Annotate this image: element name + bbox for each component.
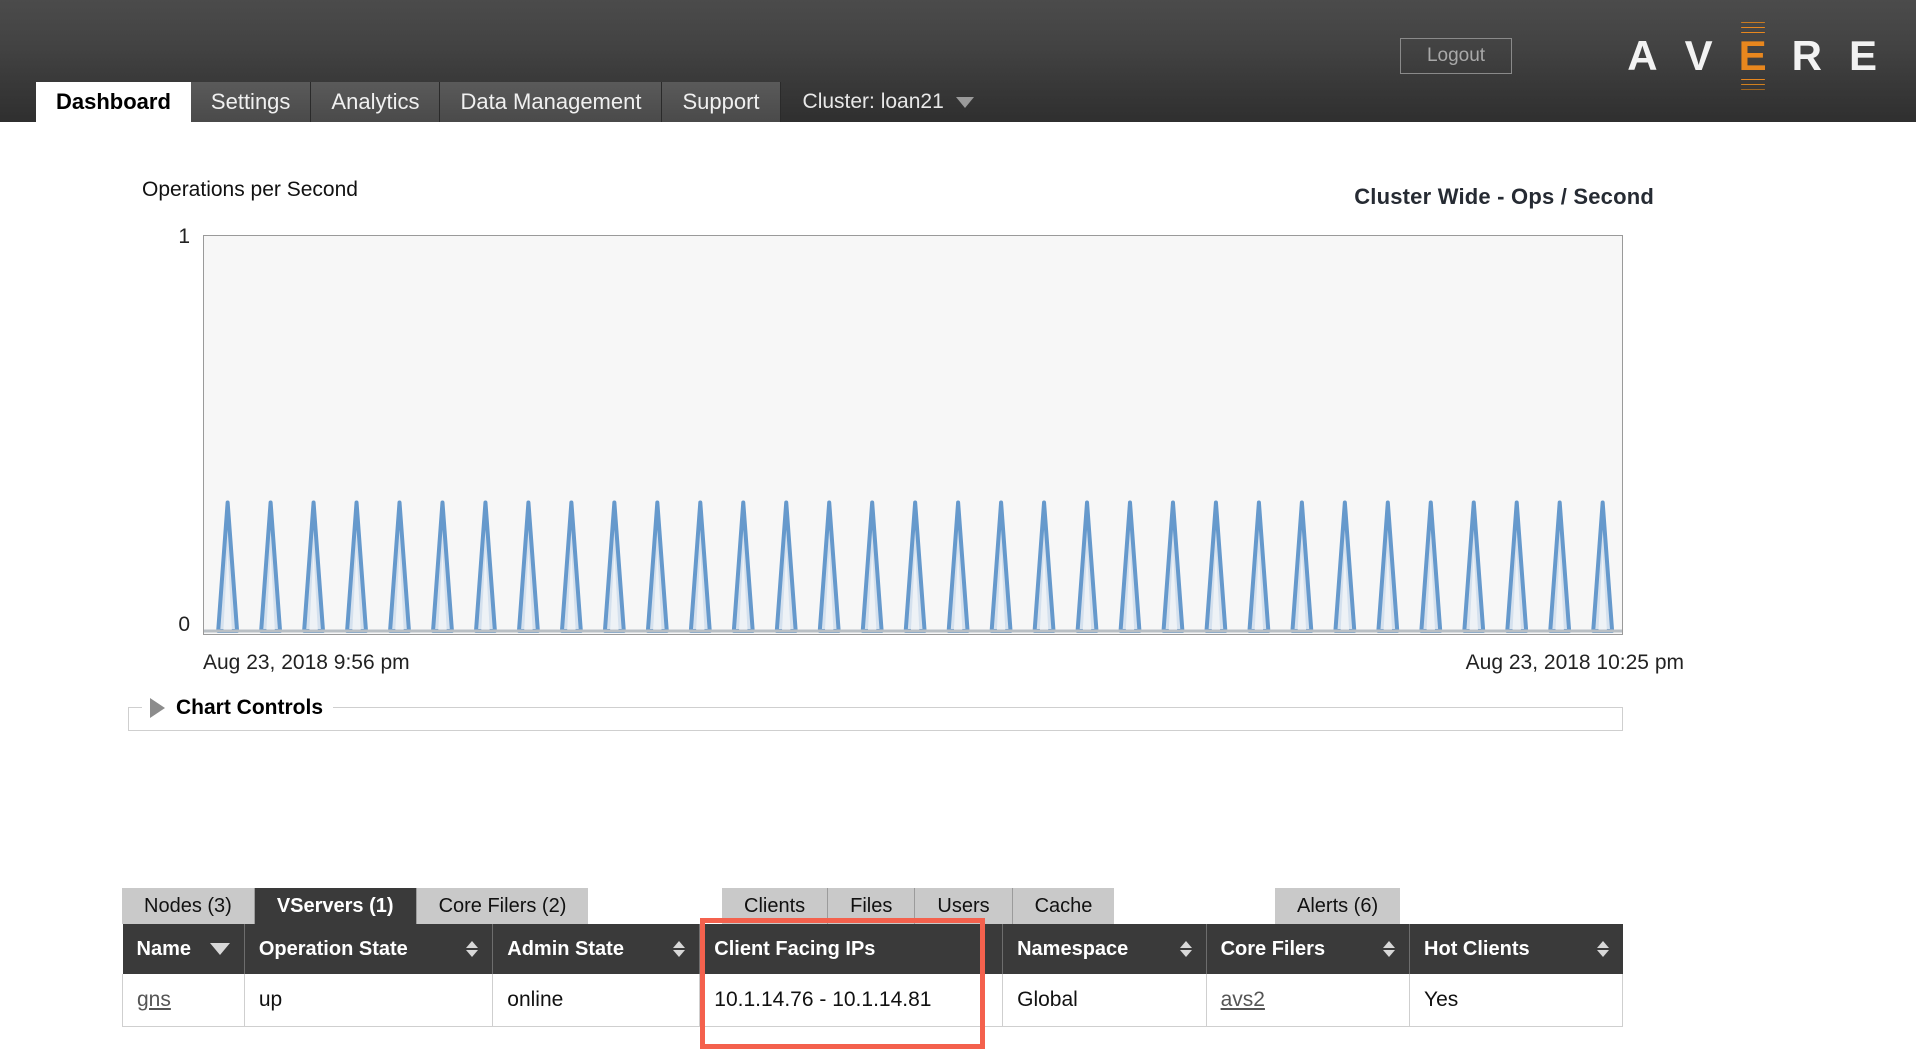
- sort-both-icon: [466, 939, 479, 959]
- sort-desc-icon: [209, 943, 230, 955]
- vserver-name-link[interactable]: gns: [137, 988, 171, 1011]
- tab-files[interactable]: Files: [828, 888, 916, 924]
- sort-both-icon: [673, 939, 686, 959]
- column-header-operation-state-label: Operation State: [258, 937, 408, 960]
- chart-controls-frame: [128, 707, 1623, 731]
- tab-nodes[interactable]: Nodes (3): [122, 888, 255, 924]
- chart-series-spikes: [216, 500, 1615, 633]
- object-tabs-secondary: Clients Files Users Cache: [722, 888, 1115, 924]
- column-header-name[interactable]: Name: [122, 924, 245, 974]
- sort-both-icon: [1596, 939, 1609, 959]
- ops-per-second-chart[interactable]: [203, 235, 1623, 635]
- logo-letter-v: V: [1684, 32, 1714, 79]
- main-navigation: Dashboard Settings Analytics Data Manage…: [0, 82, 1916, 122]
- column-header-hot-clients[interactable]: Hot Clients: [1409, 924, 1623, 974]
- logo-stripe-top-2: [1740, 27, 1765, 28]
- cell-admin-state: online: [492, 974, 701, 1027]
- column-header-namespace-label: Namespace: [1017, 937, 1129, 960]
- column-header-namespace[interactable]: Namespace: [1002, 924, 1207, 974]
- column-header-admin-state-label: Admin State: [507, 937, 624, 960]
- tab-alerts[interactable]: Alerts (6): [1275, 888, 1401, 924]
- object-tabs-primary: Nodes (3) VServers (1) Core Filers (2): [122, 888, 589, 924]
- nav-tab-settings[interactable]: Settings: [190, 82, 312, 122]
- column-header-hot-clients-label: Hot Clients: [1424, 937, 1530, 960]
- column-header-operation-state[interactable]: Operation State: [244, 924, 494, 974]
- table-row: gns up online 10.1.14.76 - 10.1.14.81 Gl…: [122, 974, 1623, 1027]
- cell-namespace: Global: [1002, 974, 1207, 1027]
- tab-users[interactable]: Users: [915, 888, 1013, 924]
- dashboard-content: Operations per Second Cluster Wide - Ops…: [0, 122, 1916, 1049]
- column-header-client-facing-ips[interactable]: Client Facing IPs: [699, 924, 1004, 974]
- cluster-selector-label: Cluster: loan21: [802, 90, 944, 113]
- vservers-table: Name Operation State Admin State Client …: [122, 924, 1623, 1027]
- chart-x-tick-start: Aug 23, 2018 9:56 pm: [203, 651, 410, 674]
- logo-stripe-top-1: [1740, 22, 1765, 23]
- nav-tab-support[interactable]: Support: [662, 82, 781, 122]
- chart-y-tick-max: 1: [178, 225, 190, 248]
- column-header-core-filers-label: Core Filers: [1220, 937, 1326, 960]
- cell-name: gns: [122, 974, 245, 1027]
- chart-x-tick-end: Aug 23, 2018 10:25 pm: [1465, 651, 1684, 674]
- column-header-name-label: Name: [136, 937, 191, 960]
- chart-y-axis-title: Operations per Second: [142, 178, 358, 201]
- cell-core-filers: avs2: [1205, 974, 1411, 1027]
- logo-stripe-bottom-1: [1740, 79, 1765, 80]
- cell-client-facing-ips: 10.1.14.76 - 10.1.14.81: [699, 974, 1004, 1027]
- nav-tab-data-management[interactable]: Data Management: [440, 82, 663, 122]
- column-header-core-filers[interactable]: Core Filers: [1206, 924, 1411, 974]
- tab-vservers[interactable]: VServers (1): [254, 888, 417, 924]
- table-header-row: Name Operation State Admin State Client …: [122, 924, 1623, 974]
- sort-both-icon: [1179, 939, 1192, 959]
- cluster-selector[interactable]: Cluster: loan21: [781, 82, 988, 122]
- chart-y-tick-min: 0: [178, 613, 190, 636]
- logout-button[interactable]: Logout: [1400, 38, 1512, 74]
- logo-letter-a: A: [1627, 32, 1659, 79]
- chart-controls-toggle[interactable]: Chart Controls: [142, 695, 333, 721]
- chart-controls-label: Chart Controls: [176, 696, 323, 719]
- cell-operation-state: up: [243, 974, 494, 1027]
- avere-logo: A V E R E: [1627, 22, 1878, 90]
- object-tabs-alerts: Alerts (6): [1275, 888, 1401, 924]
- column-header-client-facing-ips-label: Client Facing IPs: [714, 937, 876, 960]
- nav-tab-analytics[interactable]: Analytics: [311, 82, 441, 122]
- logo-letter-e2: E: [1848, 32, 1878, 79]
- logo-letter-r: R: [1791, 32, 1823, 79]
- sort-both-icon: [1383, 939, 1396, 959]
- tab-clients[interactable]: Clients: [722, 888, 829, 924]
- chevron-down-icon: [955, 96, 974, 108]
- chart-controls-section: Chart Controls: [128, 695, 1623, 731]
- top-header-bar: Logout A V E R E Dashboard Settings Anal…: [0, 0, 1916, 122]
- tab-core-filers[interactable]: Core Filers (2): [416, 888, 589, 924]
- column-header-admin-state[interactable]: Admin State: [492, 924, 701, 974]
- cell-hot-clients: Yes: [1409, 974, 1623, 1027]
- nav-tab-dashboard[interactable]: Dashboard: [36, 82, 191, 122]
- chart-title: Cluster Wide - Ops / Second: [1354, 184, 1654, 209]
- core-filer-link[interactable]: avs2: [1221, 988, 1265, 1011]
- tab-cache[interactable]: Cache: [1012, 888, 1115, 924]
- logo-letter-e-glyph: E: [1738, 32, 1767, 79]
- triangle-right-icon: [150, 698, 165, 718]
- chart-plot-area: [204, 500, 1622, 633]
